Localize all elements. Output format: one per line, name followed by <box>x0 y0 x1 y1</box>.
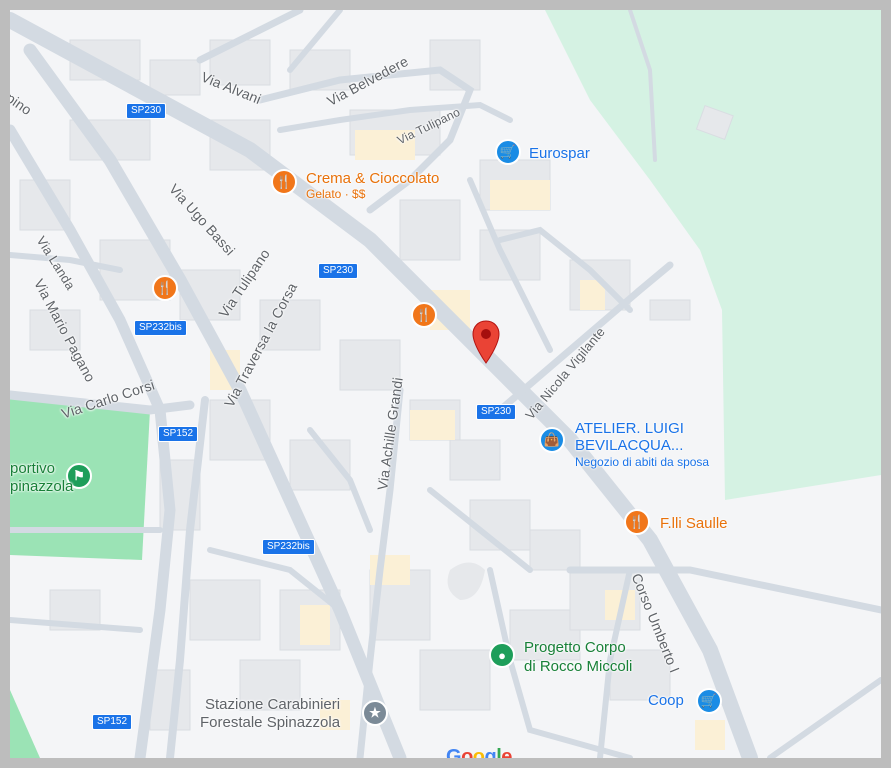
poi-sportivo-line1: portivo <box>10 460 56 477</box>
road-shield-sp232bis: SP232bis <box>262 539 315 555</box>
road-shield-sp152: SP152 <box>92 714 133 730</box>
health-icon[interactable]: ● <box>489 642 515 668</box>
poi-atelier-line2: BEVILACQUA... <box>575 437 684 454</box>
green-corner <box>10 690 40 758</box>
poi-sportivo-line2: pinazzola <box>10 478 74 495</box>
restaurant-icon[interactable]: 🍴 <box>152 275 178 301</box>
poi-atelier-line1: ATELIER. LUIGI <box>575 420 684 437</box>
road-shield-sp152: SP152 <box>158 426 199 442</box>
map-canvas[interactable]: pino Via Alvani Via Belvedere Via Tulipa… <box>10 10 881 758</box>
restaurant-icon[interactable]: 🍴 <box>411 302 437 328</box>
police-icon[interactable]: ★ <box>362 700 388 726</box>
restaurant-icon[interactable]: 🍴 <box>271 169 297 195</box>
poi-progetto-line1: Progetto Corpo <box>524 639 626 656</box>
poi-sportivo-label[interactable]: portivo pinazzola <box>10 460 73 496</box>
poi-crema-sub: Gelato · $$ <box>306 187 366 201</box>
poi-atelier-sub: Negozio di abiti da sposa <box>575 455 710 469</box>
road-shield-sp232bis: SP232bis <box>134 320 187 336</box>
poi-saulle-label[interactable]: F.lli Saulle <box>660 515 728 532</box>
poi-coop-label[interactable]: Coop <box>648 692 684 709</box>
poi-progetto-line2: di Rocco Miccoli <box>524 658 633 675</box>
road-shield-sp230: SP230 <box>126 103 167 119</box>
poi-crema-name: Crema & Cioccolato <box>306 170 440 187</box>
restaurant-icon[interactable]: 🍴 <box>624 509 650 535</box>
poi-stazione-line2: Forestale Spinazzola <box>200 714 341 731</box>
location-marker-icon[interactable] <box>471 319 501 365</box>
shopping-bag-icon[interactable]: 👜 <box>539 427 565 453</box>
google-logo: Google <box>446 746 512 758</box>
shopping-cart-icon[interactable]: 🛒 <box>696 688 722 714</box>
poi-stazione-label[interactable]: Stazione Carabinieri Forestale Spinazzol… <box>200 696 340 732</box>
poi-crema-label[interactable]: Crema & Cioccolato Gelato · $$ <box>306 170 439 201</box>
road-shield-sp230: SP230 <box>476 404 517 420</box>
poi-progetto-label[interactable]: Progetto Corpo di Rocco Miccoli <box>524 638 632 676</box>
shopping-cart-icon[interactable]: 🛒 <box>495 139 521 165</box>
poi-eurospar-label[interactable]: Eurospar <box>529 145 590 162</box>
poi-stazione-line1: Stazione Carabinieri <box>205 696 341 713</box>
poi-atelier-label[interactable]: ATELIER. LUIGI BEVILACQUA... Negozio di … <box>575 420 709 471</box>
road-shield-sp230: SP230 <box>318 263 359 279</box>
map-frame: pino Via Alvani Via Belvedere Via Tulipa… <box>0 0 891 768</box>
